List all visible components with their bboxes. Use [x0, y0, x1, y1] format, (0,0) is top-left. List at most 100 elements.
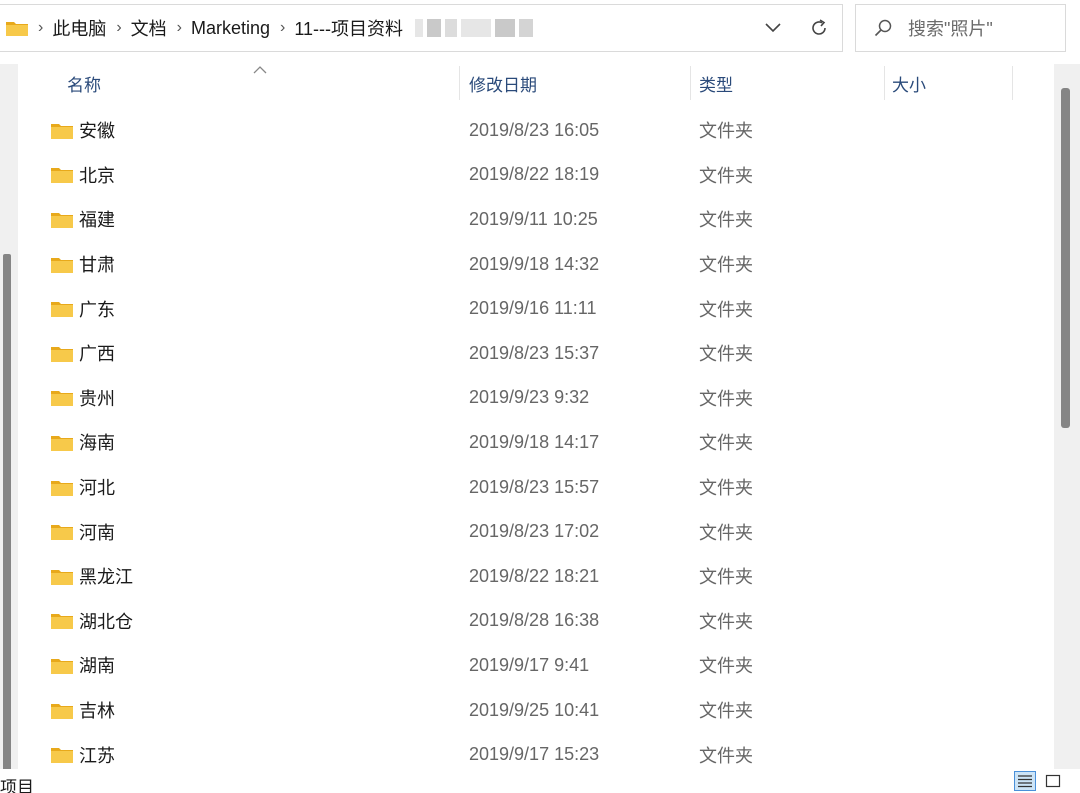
column-size[interactable]: 大小 [892, 64, 926, 102]
file-date: 2019/8/22 18:21 [469, 565, 600, 586]
nav-pane-scrollbar-thumb[interactable] [3, 254, 11, 779]
file-name: 甘肃 [79, 255, 115, 276]
folder-icon [51, 257, 73, 273]
table-row[interactable]: 吉林 2019/9/25 10:41 文件夹 [22, 688, 1052, 733]
search-placeholder: 搜索"照片" [908, 19, 993, 39]
status-text: 项目 [0, 778, 34, 793]
details-view-icon [1018, 775, 1032, 788]
large-icons-view-button[interactable] [1042, 771, 1064, 791]
table-row[interactable]: 河南 2019/8/23 17:02 文件夹 [22, 509, 1052, 554]
table-row[interactable]: 北京 2019/8/22 18:19 文件夹 [22, 153, 1052, 198]
search-icon [874, 19, 892, 37]
file-date: 2019/8/22 18:19 [469, 164, 600, 185]
file-name: 湖北仓 [79, 611, 133, 632]
breadcrumb-item[interactable]: 11---项目资料 [294, 15, 403, 41]
refresh-icon [812, 19, 826, 35]
file-name: 江苏 [79, 745, 115, 766]
file-type: 文件夹 [699, 165, 753, 186]
table-row[interactable]: 广东 2019/9/16 11:11 文件夹 [22, 286, 1052, 331]
breadcrumb-item[interactable]: Marketing [191, 18, 270, 39]
column-header: 名称 修改日期 类型 大小 [22, 64, 1052, 102]
scrollbar-thumb[interactable] [1061, 88, 1070, 428]
folder-icon [51, 525, 73, 541]
folder-icon [51, 346, 73, 362]
file-type: 文件夹 [699, 255, 753, 276]
file-type: 文件夹 [699, 478, 753, 499]
breadcrumb-item[interactable]: 文档 [131, 15, 167, 41]
file-type: 文件夹 [699, 344, 753, 365]
file-date: 2019/8/23 15:37 [469, 342, 600, 363]
file-name: 海南 [79, 433, 115, 454]
redacted-crumb [415, 19, 534, 37]
file-date: 2019/9/11 10:25 [469, 208, 598, 229]
file-name: 广西 [79, 344, 115, 365]
column-type[interactable]: 类型 [699, 64, 733, 102]
file-type: 文件夹 [699, 611, 753, 632]
table-row[interactable]: 甘肃 2019/9/18 14:32 文件夹 [22, 242, 1052, 287]
table-row[interactable]: 海南 2019/9/18 14:17 文件夹 [22, 420, 1052, 465]
folder-icon [51, 123, 73, 139]
search-box[interactable]: 搜索"照片" [855, 4, 1066, 52]
folder-icon [51, 703, 73, 719]
folder-icon [51, 614, 73, 630]
table-row[interactable]: 湖北仓 2019/8/28 16:38 文件夹 [22, 599, 1052, 644]
breadcrumb-separator: › [38, 19, 44, 36]
table-row[interactable]: 黑龙江 2019/8/22 18:21 文件夹 [22, 554, 1052, 599]
column-name[interactable]: 名称 [67, 64, 101, 102]
chevron-down-icon [765, 23, 781, 33]
folder-icon [51, 302, 73, 318]
file-list: 安徽 2019/8/23 16:05 文件夹 北京 2019/8/22 18:1… [22, 108, 1052, 777]
file-type: 文件夹 [699, 121, 753, 142]
table-row[interactable]: 湖南 2019/9/17 9:41 文件夹 [22, 643, 1052, 688]
navigation-pane [0, 64, 18, 779]
file-date: 2019/8/23 17:02 [469, 521, 600, 542]
breadcrumb-item[interactable]: 此电脑 [52, 15, 106, 41]
column-divider[interactable] [884, 66, 885, 100]
column-divider[interactable] [1012, 66, 1013, 100]
file-name: 安徽 [79, 121, 115, 142]
file-name: 贵州 [79, 388, 115, 409]
breadcrumb-separator: › [280, 19, 286, 36]
column-date[interactable]: 修改日期 [469, 64, 537, 102]
file-type: 文件夹 [699, 210, 753, 231]
file-type: 文件夹 [699, 656, 753, 677]
folder-icon [51, 748, 73, 764]
column-divider[interactable] [459, 66, 460, 100]
sort-up-caret-icon [253, 60, 267, 80]
vertical-scrollbar[interactable] [1054, 64, 1080, 769]
file-date: 2019/8/28 16:38 [469, 610, 600, 631]
status-bar: 项目 [0, 769, 1080, 793]
table-row[interactable]: 福建 2019/9/11 10:25 文件夹 [22, 197, 1052, 242]
file-date: 2019/9/18 14:32 [469, 253, 600, 274]
large-icons-view-icon [1045, 774, 1061, 788]
file-type: 文件夹 [699, 433, 753, 454]
file-date: 2019/9/23 9:32 [469, 387, 590, 408]
file-name: 广东 [79, 299, 115, 320]
folder-icon [51, 168, 73, 184]
folder-icon [51, 212, 73, 228]
table-row[interactable]: 安徽 2019/8/23 16:05 文件夹 [22, 108, 1052, 153]
file-date: 2019/8/23 15:57 [469, 476, 600, 497]
folder-icon [6, 22, 28, 36]
file-name: 福建 [79, 210, 115, 231]
breadcrumb-separator: › [176, 19, 182, 36]
column-divider[interactable] [690, 66, 691, 100]
details-view-button[interactable] [1014, 771, 1036, 791]
file-date: 2019/9/16 11:11 [469, 298, 597, 319]
file-name: 湖南 [79, 656, 115, 677]
refresh-button[interactable] [796, 5, 842, 51]
file-type: 文件夹 [699, 567, 753, 588]
table-row[interactable]: 广西 2019/8/23 15:37 文件夹 [22, 331, 1052, 376]
breadcrumb: › 此电脑 › 文档 › Marketing › 11---项目资料 [28, 15, 534, 41]
file-name: 河北 [79, 478, 115, 499]
table-row[interactable]: 贵州 2019/9/23 9:32 文件夹 [22, 376, 1052, 421]
file-date: 2019/9/17 9:41 [469, 654, 590, 675]
address-bar[interactable]: › 此电脑 › 文档 › Marketing › 11---项目资料 [0, 4, 843, 52]
file-date: 2019/9/25 10:41 [469, 699, 600, 720]
address-dropdown-button[interactable] [750, 5, 796, 51]
file-date: 2019/8/23 16:05 [469, 119, 600, 140]
file-name: 吉林 [79, 701, 115, 722]
breadcrumb-separator: › [116, 19, 122, 36]
folder-icon [51, 435, 73, 451]
table-row[interactable]: 河北 2019/8/23 15:57 文件夹 [22, 465, 1052, 510]
